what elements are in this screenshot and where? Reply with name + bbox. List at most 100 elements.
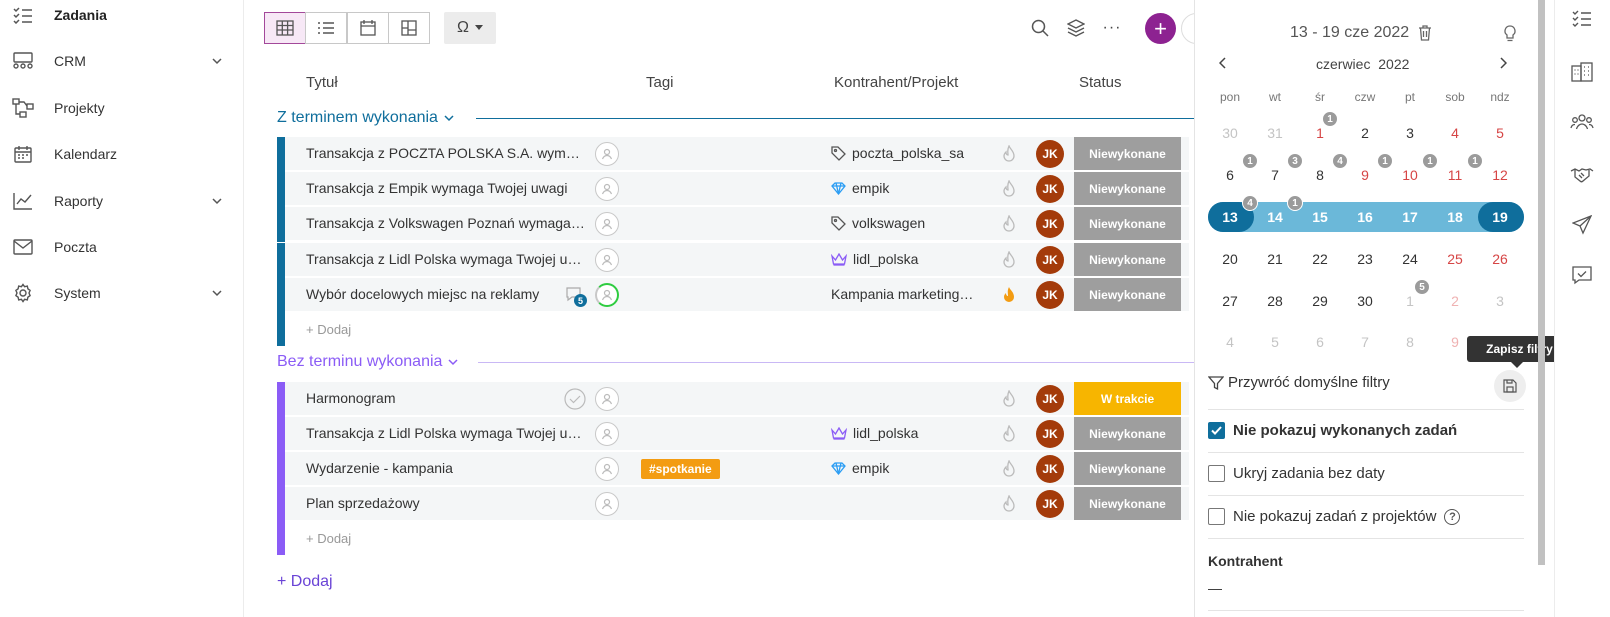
assignee-placeholder-icon[interactable] [595,177,619,201]
contractor-cell[interactable]: lidl_polska [831,251,918,267]
table-row[interactable]: Transakcja z Lidl Polska wymaga Twojej u… [277,243,1189,278]
calendar-day[interactable]: 21 [1255,245,1295,273]
priority-flame-icon[interactable] [997,422,1021,446]
contractor-cell[interactable]: lidl_polska [831,425,918,441]
priority-flame-icon[interactable] [997,248,1021,272]
panel-scrollbar[interactable] [1538,0,1545,565]
calendar-day[interactable]: 2 [1345,119,1385,147]
more-icon[interactable]: ··· [1100,16,1124,40]
table-row[interactable]: Transakcja z Volkswagen Poznań wymaga Tw… [277,207,1189,242]
calendar-day[interactable]: 27 [1210,287,1250,315]
priority-flame-icon[interactable] [997,492,1021,516]
priority-flame-icon[interactable] [997,142,1021,166]
sidebar-item-crm[interactable]: CRM [0,41,244,81]
option-hide-completed[interactable]: Nie pokazuj wykonanych zadań [1208,422,1457,439]
comments-icon[interactable]: 5 [563,283,587,307]
priority-flame-icon[interactable] [997,283,1021,307]
column-header-contractor[interactable]: Kontrahent/Projekt [834,74,958,91]
task-title[interactable]: Wydarzenie - kampania [306,460,586,476]
status-badge[interactable]: Niewykonane [1074,417,1181,450]
calendar-day[interactable]: 8 [1390,328,1430,356]
calendar-day[interactable]: 24 [1390,245,1430,273]
handshake-icon[interactable] [1570,163,1594,187]
add-button[interactable]: + [1145,13,1176,44]
column-header-title[interactable]: Tytuł [306,74,338,91]
checkbox[interactable] [1208,508,1225,525]
add-task-link[interactable]: + Dodaj [306,531,351,546]
calendar-day[interactable]: 30 [1345,287,1385,315]
calendar-day[interactable]: 23 [1345,245,1385,273]
sidebar-item-zadania[interactable]: Zadania [0,0,244,35]
assignee-placeholder-icon[interactable] [595,387,619,411]
table-row[interactable]: Plan sprzedażowy JK Niewykonane [277,487,1189,522]
owner-avatar[interactable]: JK [1036,210,1064,238]
contractor-cell[interactable]: empik [831,180,889,196]
list-view-button[interactable] [305,12,347,44]
trash-icon[interactable] [1418,25,1432,44]
calendar-day[interactable]: 19 [1480,203,1520,231]
users-icon[interactable] [1570,110,1594,134]
table-row[interactable]: Transakcja z Lidl Polska wymaga Twojej u… [277,417,1189,452]
status-badge[interactable]: Niewykonane [1074,278,1181,311]
sidebar-item-projekty[interactable]: Projekty [0,88,244,128]
status-badge[interactable]: Niewykonane [1074,207,1181,240]
assignee-placeholder-icon[interactable] [595,492,619,516]
contractor-cell[interactable]: poczta_polska_sa [831,145,964,161]
calendar-day[interactable]: 20 [1210,245,1250,273]
calendar-day[interactable]: 22 [1300,245,1340,273]
assignee-placeholder-icon[interactable] [595,457,619,481]
option-hide-undated[interactable]: Ukryj zadania bez daty [1208,465,1385,482]
calendar-day[interactable]: 7 [1345,328,1385,356]
status-badge[interactable]: W trakcie [1074,382,1181,415]
calendar-day[interactable]: 31 [1255,119,1295,147]
assignee-placeholder-icon[interactable] [595,283,619,307]
calendar-day[interactable]: 26 [1480,245,1520,273]
reset-filters-link[interactable]: Przywróć domyślne filtry [1208,374,1390,391]
contractor-cell[interactable]: empik [831,460,889,476]
calendar-day[interactable]: 25 [1435,245,1475,273]
assignee-placeholder-icon[interactable] [595,248,619,272]
calendar-day[interactable]: 18 [1435,203,1475,231]
add-task-row[interactable]: + Dodaj [277,522,1189,555]
priority-flame-icon[interactable] [997,387,1021,411]
omega-filter-button[interactable]: Ω [444,12,496,44]
check-circle-icon[interactable] [563,387,587,411]
owner-avatar[interactable]: JK [1036,455,1064,483]
search-icon[interactable] [1028,16,1052,40]
column-header-status[interactable]: Status [1079,74,1122,91]
save-filters-button[interactable] [1494,370,1526,402]
calendar-day[interactable]: 12 [1480,161,1520,189]
calendar-view-button[interactable] [347,12,389,44]
calendar-day[interactable]: 6 [1300,328,1340,356]
group-header-with-deadline[interactable]: Z terminem wykonania [277,109,454,127]
task-title[interactable]: Transakcja z Lidl Polska wymaga Twojej u… [306,425,586,441]
send-icon[interactable] [1570,213,1594,237]
month-label[interactable]: czerwiec 2022 [1316,56,1409,72]
calendar-day[interactable]: 3 [1390,119,1430,147]
tag-chip[interactable]: #spotkanie [641,459,720,479]
add-group-link[interactable]: + Dodaj [277,573,333,591]
board-view-button[interactable] [388,12,430,44]
assignee-placeholder-icon[interactable] [595,142,619,166]
tasks-icon[interactable] [1570,6,1594,30]
calendar-day[interactable]: 5 [1480,119,1520,147]
calendar-day[interactable]: 4 [1210,328,1250,356]
option-hide-project-tasks[interactable]: Nie pokazuj zadań z projektów ? [1208,508,1461,525]
task-title[interactable]: Transakcja z Lidl Polska wymaga Twojej u… [306,251,586,267]
owner-avatar[interactable]: JK [1036,420,1064,448]
owner-avatar[interactable]: JK [1036,140,1064,168]
buildings-icon[interactable] [1570,60,1594,84]
status-badge[interactable]: Niewykonane [1074,172,1181,205]
task-title[interactable]: Wybór docelowych miejsc na reklamy [306,286,556,302]
owner-avatar[interactable]: JK [1036,385,1064,413]
calendar-day[interactable]: 3 [1480,287,1520,315]
checkbox-checked[interactable] [1208,422,1225,439]
table-row[interactable]: Transakcja z Empik wymaga Twojej uwagi e… [277,172,1189,207]
task-title[interactable]: Transakcja z Empik wymaga Twojej uwagi [306,180,586,196]
status-badge[interactable]: Niewykonane [1074,487,1181,520]
next-month-button[interactable] [1499,56,1508,72]
sidebar-item-kalendarz[interactable]: Kalendarz [0,134,244,174]
calendar-day[interactable]: 5 [1255,328,1295,356]
help-icon[interactable]: ? [1444,508,1461,525]
owner-avatar[interactable]: JK [1036,175,1064,203]
